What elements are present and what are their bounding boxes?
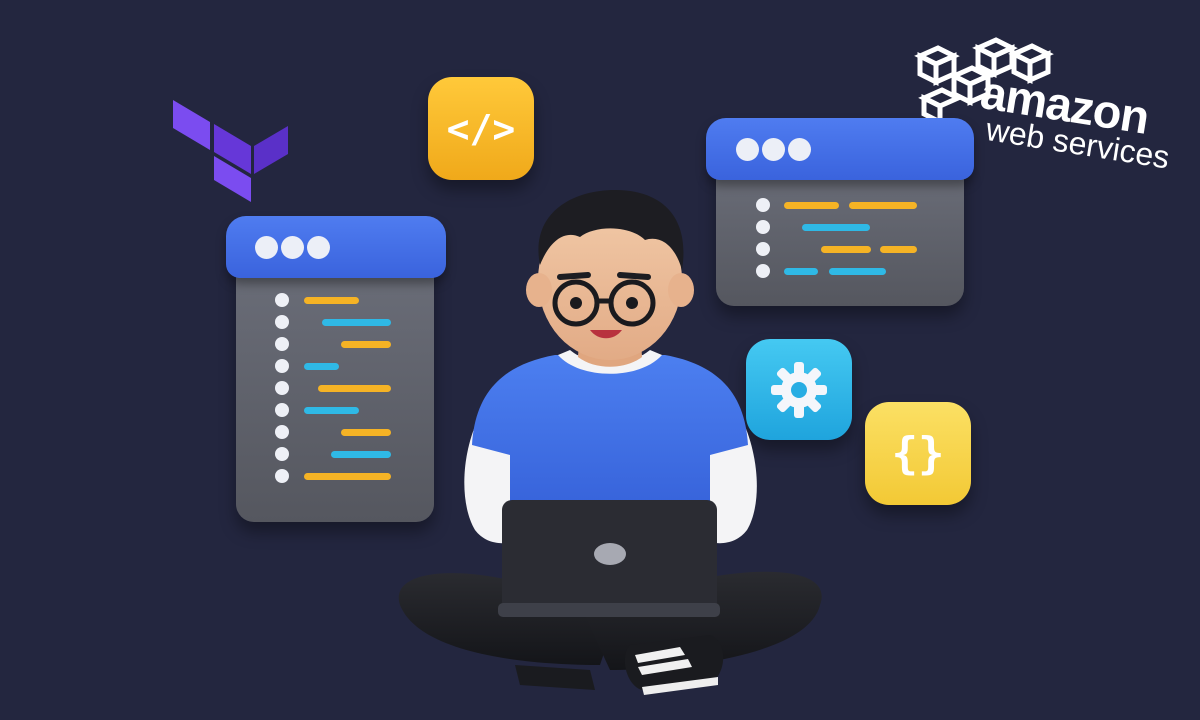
code-tag-icon: </> [446, 106, 516, 151]
terraform-logo [173, 100, 288, 202]
aws-logo: amazon web services [977, 65, 1174, 175]
window-dot [762, 138, 785, 161]
window-title-bar [706, 118, 974, 180]
window-dot [307, 236, 330, 259]
code-tag-tile: </> [428, 77, 534, 180]
window-dot [788, 138, 811, 161]
window-dot [281, 236, 304, 259]
braces-icon: {} [891, 428, 945, 479]
window-dot [736, 138, 759, 161]
developer-character [398, 190, 822, 695]
window-dot [255, 236, 278, 259]
braces-tile: {} [865, 402, 971, 505]
window-title-bar [226, 216, 446, 278]
